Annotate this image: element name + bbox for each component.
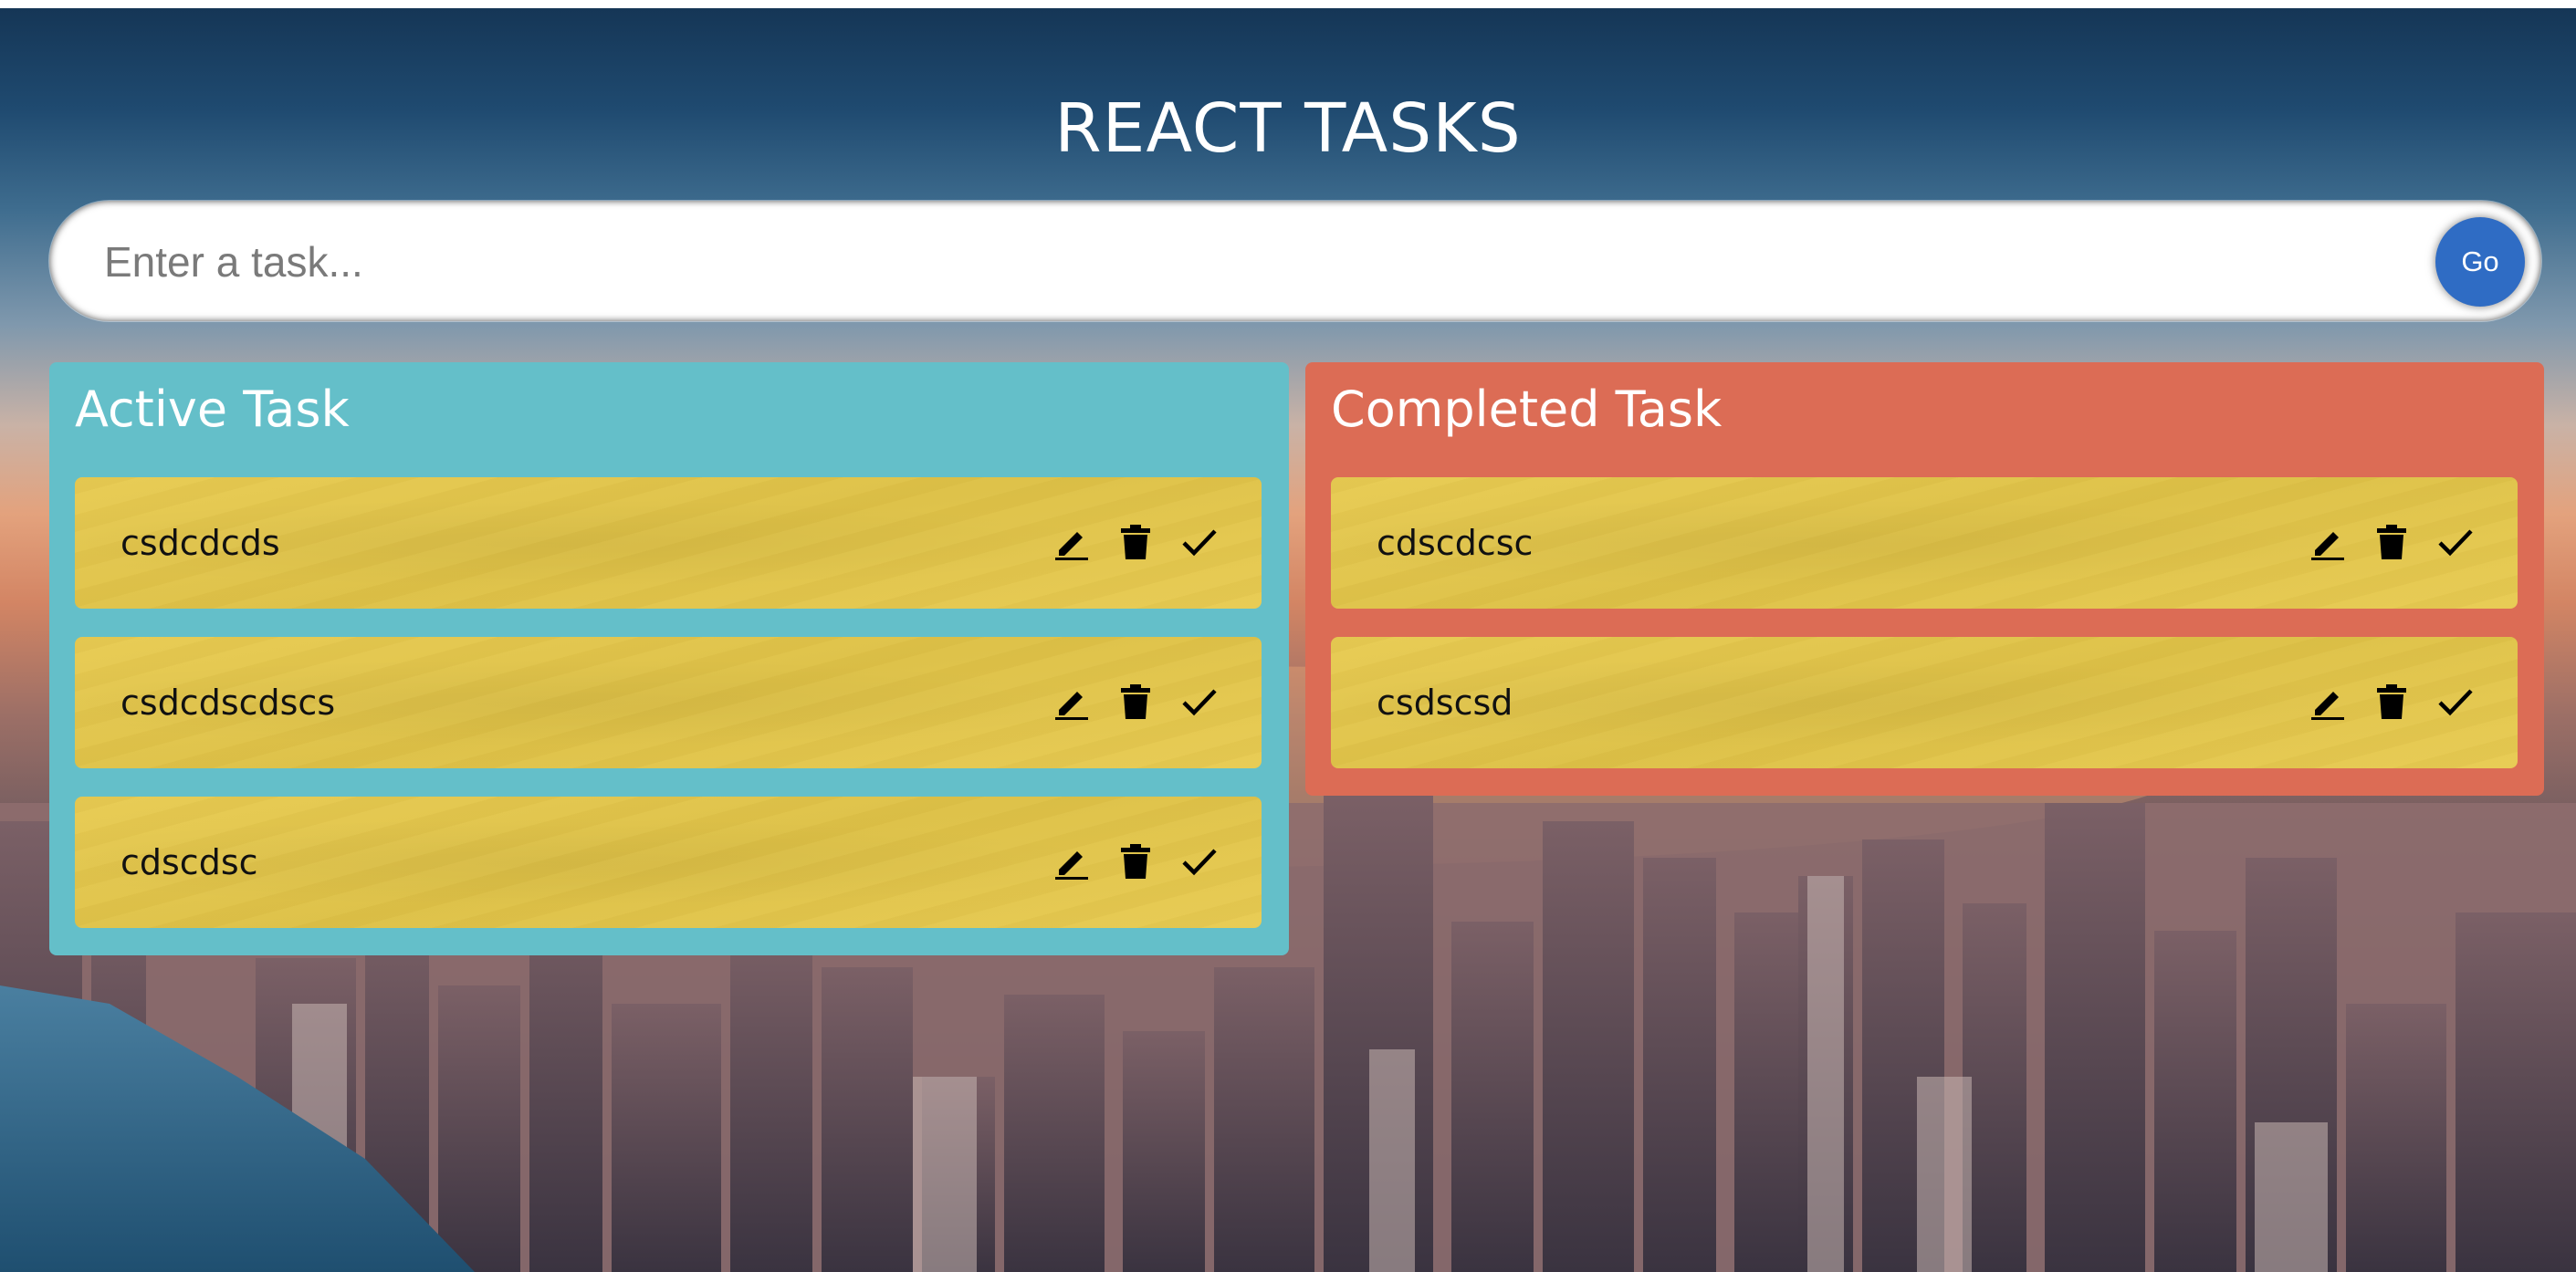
task-card: csdcdcds: [75, 477, 1262, 609]
check-icon[interactable]: [1179, 521, 1220, 563]
task-card: cdscdcsc: [1331, 477, 2518, 609]
task-card: csdscsd: [1331, 637, 2518, 768]
task-actions: [1052, 516, 1220, 568]
trash-icon[interactable]: [1115, 521, 1156, 563]
go-button[interactable]: Go: [2435, 217, 2525, 307]
task-text: csdcdscdscs: [120, 683, 336, 723]
task-actions: [2308, 516, 2476, 568]
trash-icon[interactable]: [2372, 681, 2412, 723]
check-icon[interactable]: [1179, 681, 1220, 723]
check-icon[interactable]: [1179, 840, 1220, 882]
completed-panel-heading: Completed Task: [1331, 381, 1723, 438]
task-input[interactable]: [102, 224, 2388, 299]
app-title: REACT TASKS: [1054, 89, 1522, 168]
app-root: REACT TASKS Go Active Task csdcdcds csdc…: [0, 0, 2576, 1272]
pencil-icon[interactable]: [1052, 681, 1092, 723]
pencil-icon[interactable]: [1052, 521, 1092, 563]
task-actions: [2308, 676, 2476, 727]
trash-icon[interactable]: [1115, 840, 1156, 882]
task-input-form: Go: [49, 201, 2541, 321]
pencil-icon[interactable]: [2308, 681, 2348, 723]
task-text: csdscsd: [1377, 683, 1513, 723]
task-text: csdcdcds: [120, 523, 280, 563]
check-icon[interactable]: [2435, 521, 2476, 563]
task-card: cdscdsc: [75, 797, 1262, 928]
task-actions: [1052, 836, 1220, 887]
pencil-icon[interactable]: [1052, 840, 1092, 882]
pencil-icon[interactable]: [2308, 521, 2348, 563]
task-card: csdcdscdscs: [75, 637, 1262, 768]
task-actions: [1052, 676, 1220, 727]
task-text: cdscdsc: [120, 842, 258, 882]
active-tasks-panel: Active Task csdcdcds csdcdscdscs cdscdsc: [49, 362, 1289, 955]
completed-tasks-panel: Completed Task cdscdcsc csdscsd: [1305, 362, 2544, 796]
trash-icon[interactable]: [2372, 521, 2412, 563]
check-icon[interactable]: [2435, 681, 2476, 723]
trash-icon[interactable]: [1115, 681, 1156, 723]
active-panel-heading: Active Task: [75, 381, 350, 438]
task-text: cdscdcsc: [1377, 523, 1534, 563]
